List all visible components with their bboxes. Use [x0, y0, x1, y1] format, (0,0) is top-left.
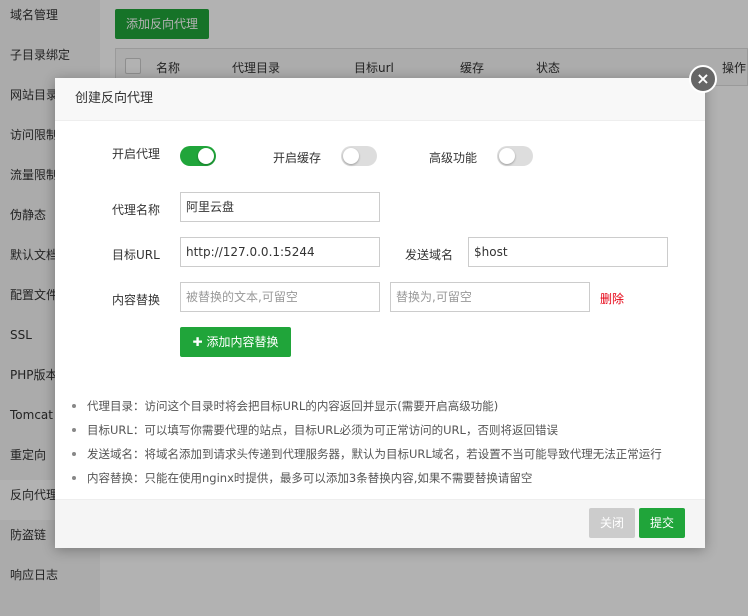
- tips-list: 代理目录：访问这个目录时将会把目标URL的内容返回并显示(需要开启高级功能) 目…: [70, 394, 662, 490]
- enable-proxy-toggle[interactable]: [180, 146, 216, 166]
- advanced-toggle[interactable]: [497, 146, 533, 166]
- create-proxy-dialog: 创建反向代理 开启代理 开启缓存 高级功能 代理名称 阿里云盘 目标URL ht…: [55, 78, 705, 548]
- list-item: 代理目录：访问这个目录时将会把目标URL的内容返回并显示(需要开启高级功能): [70, 394, 662, 418]
- toggle-knob: [343, 148, 359, 164]
- submit-button[interactable]: 提交: [639, 508, 685, 538]
- list-item: 目标URL：可以填写你需要代理的站点，目标URL必须为可正常访问的URL，否则将…: [70, 418, 662, 442]
- list-item: 内容替换：只能在使用nginx时提供，最多可以添加3条替换内容,如果不需要替换请…: [70, 466, 662, 490]
- toggle-knob: [499, 148, 515, 164]
- plus-icon: ✚: [192, 335, 203, 349]
- enable-cache-label: 开启缓存: [273, 151, 322, 165]
- proxy-name-input[interactable]: 阿里云盘: [180, 192, 380, 222]
- enable-proxy-label: 开启代理: [112, 147, 161, 161]
- close-button[interactable]: 关闭: [589, 508, 635, 538]
- send-domain-input[interactable]: $host: [468, 237, 668, 267]
- dialog-title: 创建反向代理: [55, 78, 705, 121]
- replace-from-input[interactable]: 被替换的文本,可留空: [180, 282, 380, 312]
- add-content-replace-button[interactable]: ✚ 添加内容替换: [180, 327, 291, 357]
- add-content-replace-label: 添加内容替换: [206, 335, 279, 349]
- list-item: 发送域名：将域名添加到请求头传递到代理服务器，默认为目标URL域名，若设置不当可…: [70, 442, 662, 466]
- content-replace-label: 内容替换: [112, 293, 161, 307]
- dialog-footer: 关闭 提交: [55, 499, 705, 548]
- send-domain-label: 发送域名: [405, 248, 454, 262]
- target-url-label: 目标URL: [112, 248, 160, 262]
- proxy-name-label: 代理名称: [112, 203, 161, 217]
- close-icon[interactable]: ×: [689, 65, 717, 93]
- advanced-label: 高级功能: [429, 151, 478, 165]
- target-url-input[interactable]: http://127.0.0.1:5244: [180, 237, 380, 267]
- delete-replace-link[interactable]: 删除: [600, 290, 624, 307]
- toggle-knob: [198, 148, 214, 164]
- replace-to-input[interactable]: 替换为,可留空: [390, 282, 590, 312]
- enable-cache-toggle[interactable]: [341, 146, 377, 166]
